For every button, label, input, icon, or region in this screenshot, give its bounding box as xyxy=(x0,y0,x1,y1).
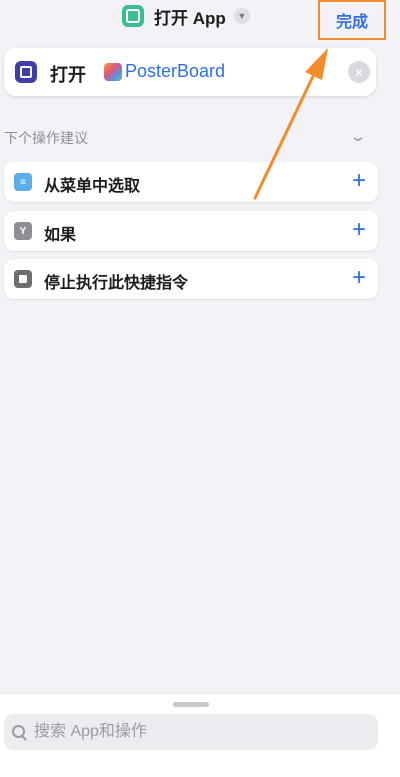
bottom-sheet xyxy=(0,694,400,777)
title-menu[interactable]: 打开 App ▼ xyxy=(122,4,250,28)
stop-icon xyxy=(14,270,32,288)
shortcut-app-icon xyxy=(122,5,144,27)
search-icon xyxy=(12,725,27,741)
chevron-down-icon[interactable]: ▼ xyxy=(233,8,250,24)
suggestion-label: 停止执行此快捷指令 xyxy=(44,275,189,292)
add-icon[interactable]: + xyxy=(352,215,366,245)
open-app-icon xyxy=(15,61,37,83)
add-icon[interactable]: + xyxy=(352,166,366,196)
suggestion-choose-from-menu[interactable]: ≡ 从菜单中选取 + xyxy=(4,162,378,202)
top-bar: 打开 App ▼ 完成 xyxy=(0,0,400,40)
annotation-arrow xyxy=(253,48,328,200)
suggestion-label: 如果 xyxy=(44,227,77,244)
search-input[interactable] xyxy=(32,722,356,742)
posterboard-app-icon xyxy=(104,63,122,81)
if-icon: Y xyxy=(14,222,32,240)
sheet-grabber[interactable] xyxy=(173,702,209,707)
done-button[interactable]: 完成 xyxy=(318,0,386,40)
suggestion-if[interactable]: Y 如果 + xyxy=(4,211,378,251)
page-title: 打开 App xyxy=(154,8,226,28)
collapse-chevron-icon[interactable]: ⌄ xyxy=(349,128,367,145)
clear-icon[interactable]: × xyxy=(348,61,370,83)
suggestion-stop-shortcut[interactable]: 停止执行此快捷指令 + xyxy=(4,259,378,299)
app-name-parameter[interactable]: PosterBoard xyxy=(125,61,225,82)
suggestion-label: 从菜单中选取 xyxy=(44,178,141,195)
search-bar[interactable] xyxy=(4,714,378,750)
suggestions-header: 下个操作建议 xyxy=(4,130,88,146)
open-app-action-card[interactable]: 打开 PosterBoard × xyxy=(4,48,376,96)
add-icon[interactable]: + xyxy=(352,263,366,293)
menu-icon: ≡ xyxy=(14,173,32,191)
action-verb: 打开 xyxy=(50,65,86,85)
